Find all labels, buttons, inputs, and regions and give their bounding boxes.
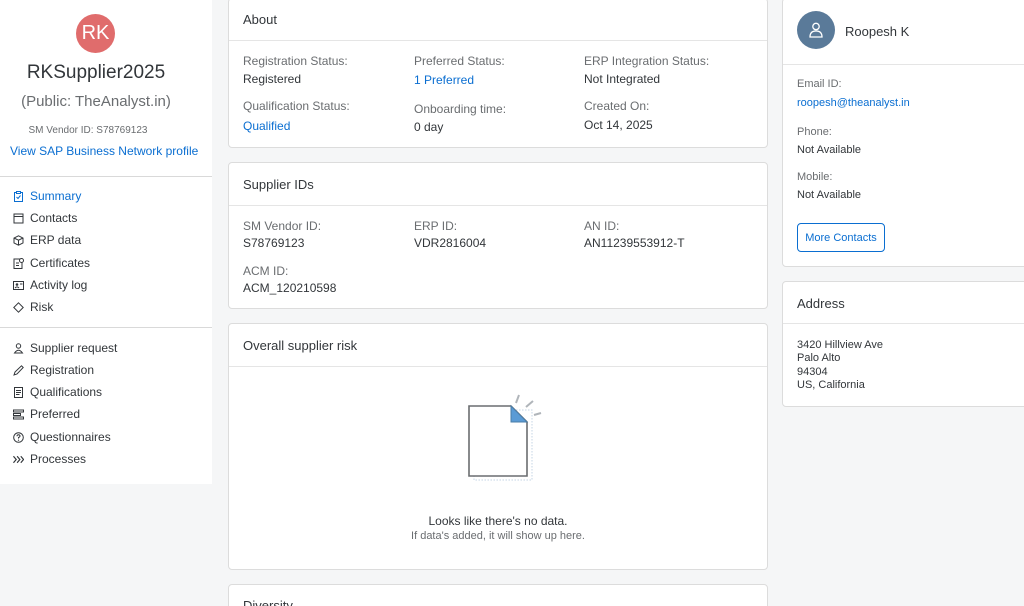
card-divider <box>229 205 767 206</box>
supplier-ids-title: Supplier IDs <box>243 177 314 192</box>
no-data-title: Looks like there's no data. <box>428 514 568 528</box>
onboarding-time-label: Onboarding time: <box>414 102 507 116</box>
sidebar-item-label: Summary <box>30 189 82 203</box>
phone-value: Not Available <box>797 144 862 156</box>
created-on-label: Created On: <box>584 99 650 113</box>
sidebar-item-label: Registration <box>30 363 95 377</box>
no-data-subtitle: If data's added, it will show up here. <box>411 530 585 542</box>
erp-id-label: ERP ID: <box>414 219 458 233</box>
address-line-street: 3420 Hillview Ave <box>797 339 884 351</box>
supplier-vendor-id: SM Vendor ID: S78769123 <box>28 125 148 136</box>
supplier-risk-card: Overall supplier risk Looks like there's… <box>228 323 768 570</box>
sidebar-item-certificates[interactable]: Certificates <box>13 253 90 273</box>
sidebar-item-label: Questionnaires <box>30 430 111 444</box>
sidebar-item-summary[interactable]: Summary <box>13 186 81 206</box>
pen-icon <box>13 364 24 376</box>
sidebar-divider <box>0 327 212 328</box>
sidebar-item-erp-data[interactable]: ERP data <box>13 230 81 250</box>
diversity-card: Diversity <box>228 584 768 606</box>
sidebar-item-contacts[interactable]: Contacts <box>13 208 77 228</box>
sidebar-item-label: Supplier request <box>30 341 118 355</box>
address-title: Address <box>797 296 845 311</box>
created-on-value: Oct 14, 2025 <box>584 118 653 132</box>
sidebar-item-qualifications[interactable]: Qualifications <box>13 382 102 402</box>
primary-contact-card: Roopesh K Email ID: roopesh@theanalyst.i… <box>782 0 1024 267</box>
question-icon <box>13 431 24 443</box>
no-data-document-icon <box>468 394 542 481</box>
sidebar-item-label: Processes <box>30 452 87 466</box>
onboarding-time-value: 0 day <box>414 120 444 134</box>
contacts-icon <box>13 213 24 224</box>
diamond-icon <box>13 301 24 313</box>
card-divider <box>229 40 767 41</box>
sidebar-item-preferred[interactable]: Preferred <box>13 404 80 424</box>
cube-icon <box>13 234 24 246</box>
sm-vendor-id-label: SM Vendor ID: <box>243 219 322 233</box>
preferred-status-link[interactable]: 1 Preferred <box>414 73 474 87</box>
list-icon <box>13 409 24 420</box>
card-divider <box>783 64 1024 65</box>
phone-label: Phone: <box>797 126 832 138</box>
supplier-ids-card: Supplier IDs SM Vendor ID: S78769123 ERP… <box>228 162 768 309</box>
more-contacts-button[interactable]: More Contacts <box>797 223 885 252</box>
network-profile-link[interactable]: View SAP Business Network profile <box>10 144 198 158</box>
supplier-name: RKSupplier2025 <box>26 62 166 83</box>
sidebar-item-label: Contacts <box>30 211 78 225</box>
sidebar-item-label: Risk <box>30 300 54 314</box>
supplier-request-icon <box>13 342 24 354</box>
mobile-label: Mobile: <box>797 171 833 183</box>
an-id-label: AN ID: <box>584 219 620 233</box>
about-card-title: About <box>243 12 277 27</box>
preferred-status-label: Preferred Status: <box>414 54 505 68</box>
card-divider <box>229 366 767 367</box>
an-id-value: AN11239553912-T <box>584 236 685 250</box>
sidebar-item-label: Activity log <box>30 278 88 292</box>
document-icon <box>13 386 24 398</box>
contact-email-link[interactable]: roopesh@theanalyst.in <box>797 97 910 109</box>
person-icon <box>809 22 823 38</box>
sidebar-item-label: Certificates <box>30 256 91 270</box>
supplier-risk-title: Overall supplier risk <box>243 338 358 353</box>
email-label: Email ID: <box>797 78 842 90</box>
clipboard-icon <box>13 190 24 202</box>
sidebar-item-questionnaires[interactable]: Questionnaires <box>13 427 111 447</box>
sidebar-item-supplier-request[interactable]: Supplier request <box>13 338 117 358</box>
sidebar-item-risk[interactable]: Risk <box>13 297 53 317</box>
card-divider <box>783 323 1024 324</box>
sidebar-divider <box>0 176 212 177</box>
contact-avatar <box>797 11 835 49</box>
supplier-avatar: RK <box>76 14 115 53</box>
erp-integration-status-label: ERP Integration Status: <box>584 54 710 68</box>
contact-name: Roopesh K <box>845 24 910 39</box>
certificate-icon <box>13 257 24 269</box>
sm-vendor-id-value: S78769123 <box>243 236 305 250</box>
supplier-public-name: (Public: TheAnalyst.in) <box>21 93 171 110</box>
address-line-city: Palo Alto <box>797 352 841 364</box>
qualification-status-link[interactable]: Qualified <box>243 119 290 133</box>
diversity-title: Diversity <box>243 598 293 606</box>
erp-id-value: VDR2816004 <box>414 236 487 250</box>
sidebar-item-activity-log[interactable]: Activity log <box>13 275 87 295</box>
sidebar-item-label: ERP data <box>30 233 82 247</box>
acm-id-label: ACM ID: <box>243 264 289 278</box>
sidebar-item-label: Qualifications <box>30 385 103 399</box>
registration-status-value: Registered <box>243 72 302 86</box>
address-line-zip: 94304 <box>797 366 828 378</box>
sidebar-item-label: Preferred <box>30 407 81 421</box>
about-card: About Registration Status: Registered Pr… <box>228 0 768 148</box>
sidebar-item-processes[interactable]: Processes <box>13 449 86 469</box>
address-line-country: US, California <box>797 379 865 391</box>
address-card: Address 3420 Hillview Ave Palo Alto 9430… <box>782 281 1024 407</box>
activity-log-icon <box>13 280 24 291</box>
acm-id-value: ACM_120210598 <box>243 281 337 295</box>
qualification-status-label: Qualification Status: <box>243 99 350 113</box>
process-chevrons-icon <box>13 454 24 465</box>
erp-integration-status-value: Not Integrated <box>584 72 661 86</box>
registration-status-label: Registration Status: <box>243 54 348 68</box>
mobile-value: Not Available <box>797 189 862 201</box>
sidebar-item-registration[interactable]: Registration <box>13 360 94 380</box>
supplier-sidebar: RK RKSupplier2025 (Public: TheAnalyst.in… <box>0 0 212 484</box>
